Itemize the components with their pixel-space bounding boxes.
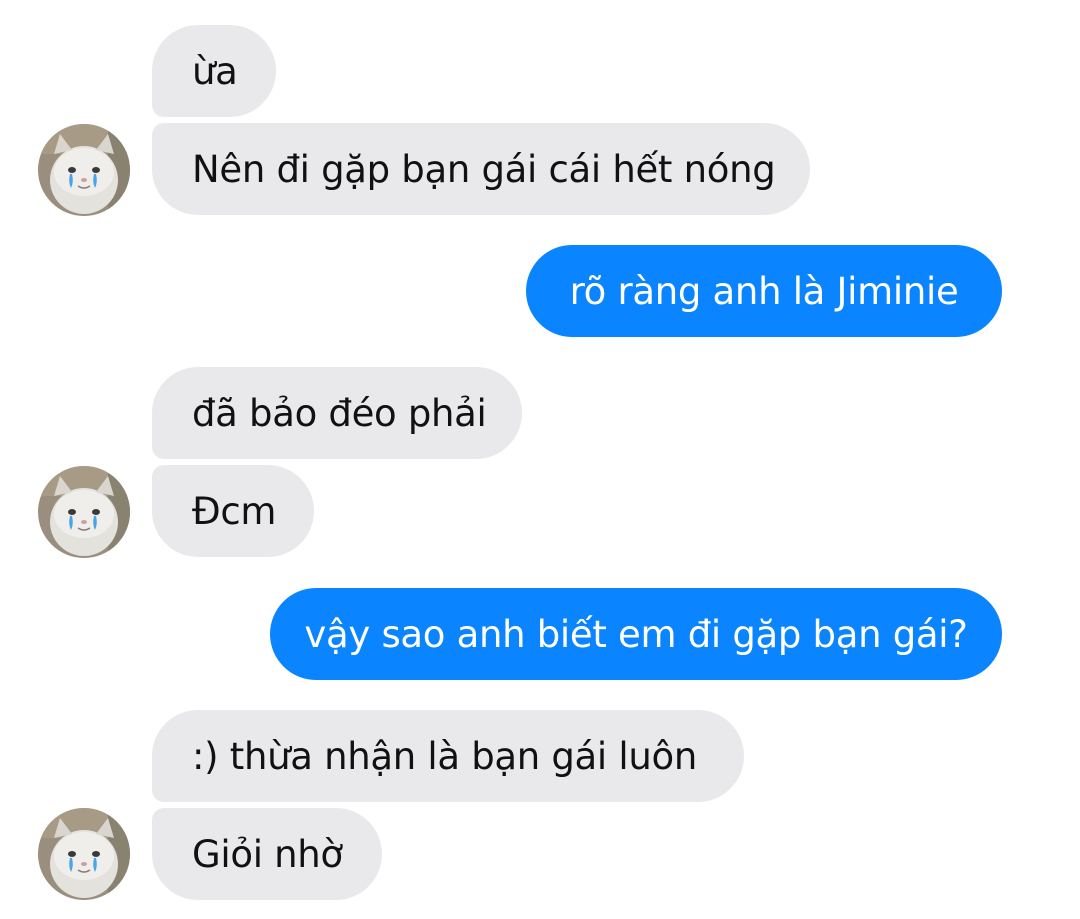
message-text: Giỏi nhờ [192, 832, 343, 876]
message-text: ừa [192, 49, 238, 93]
message-text: Đcm [192, 489, 277, 533]
contact-avatar[interactable] [38, 808, 130, 900]
crying-cat-avatar-icon [38, 808, 130, 900]
message-bubble-incoming[interactable]: Nên đi gặp bạn gái cái hết nóng [152, 123, 810, 215]
message-text: rõ ràng anh là Jiminie [569, 269, 959, 313]
message-bubble-outgoing[interactable]: vậy sao anh biết em đi gặp bạn gái? [270, 588, 1002, 680]
crying-cat-avatar-icon [38, 466, 130, 558]
message-bubble-incoming[interactable]: ừa [152, 25, 276, 117]
message-text: :) thừa nhận là bạn gái luôn [192, 734, 697, 778]
message-bubble-incoming[interactable]: Đcm [152, 465, 314, 557]
message-bubble-incoming[interactable]: :) thừa nhận là bạn gái luôn [152, 710, 744, 802]
message-bubble-incoming[interactable]: Giỏi nhờ [152, 808, 382, 900]
message-text: Nên đi gặp bạn gái cái hết nóng [192, 147, 776, 191]
contact-avatar[interactable] [38, 124, 130, 216]
message-bubble-outgoing[interactable]: rõ ràng anh là Jiminie [526, 245, 1002, 337]
message-text: vậy sao anh biết em đi gặp bạn gái? [304, 612, 968, 656]
crying-cat-avatar-icon [38, 124, 130, 216]
message-bubble-incoming[interactable]: đã bảo đéo phải [152, 367, 522, 459]
message-text: đã bảo đéo phải [192, 391, 487, 435]
contact-avatar[interactable] [38, 466, 130, 558]
